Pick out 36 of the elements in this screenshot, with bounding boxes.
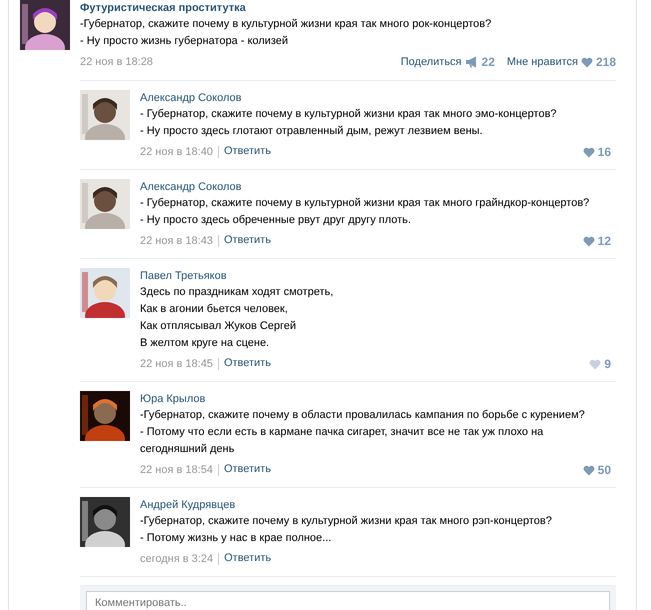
comment-text-line: - Губернатор, скажите почему в культурной жизни края так много эмо-концертов? xyxy=(140,107,558,122)
comment-date: сегодня в 3:24 xyxy=(140,553,214,565)
author-link[interactable]: Юра Крылов xyxy=(140,391,206,407)
comment-text-line: - Губернатор, скажите почему в культурной жизни края так много грайндкор-концертов? xyxy=(140,196,590,211)
comment-date: 22 ноя в 18:40 xyxy=(140,146,213,158)
reply-link[interactable]: Ответить xyxy=(218,235,271,247)
comment-field[interactable]: Комментировать.. xyxy=(86,591,610,610)
comment-text-line: Как в агонии бьется человек, xyxy=(140,302,289,317)
megaphone-icon xyxy=(464,56,479,68)
comment-date: 22 ноя в 18:54 xyxy=(140,464,213,476)
heart-icon xyxy=(580,56,593,68)
comment-text-line: - Потому жизнь у нас в крае полное... xyxy=(140,531,332,546)
reply-link[interactable]: Ответить xyxy=(218,146,271,158)
like-button[interactable]: Мне нравится 218 xyxy=(506,55,616,69)
post-text-line: -Губернатор, скажите почему в культурной жизни края так много рок-концертов? xyxy=(80,17,492,32)
share-button[interactable]: Поделиться 22 xyxy=(400,55,495,69)
post-date: 22 ноя в 18:28 xyxy=(80,56,153,68)
comment-text-line: - Ну просто здесь глотают отравленный дым, режут лезвием вены. xyxy=(140,124,484,139)
reply-link[interactable]: Ответить xyxy=(218,553,272,565)
author-link[interactable]: Александр Соколов xyxy=(140,179,242,195)
comment-text-line: -Губернатор, скажите почему в культурной жизни края так много рэп-концертов? xyxy=(140,514,553,529)
comment-text-line: - Ну просто здесь обреченные рвут друг другу плоть. xyxy=(140,213,412,228)
reply-link[interactable]: Ответить xyxy=(218,464,271,476)
comment-text-line: - Потому что если есть в кармане пачка сигарет, значит все не так уж плохо на сегодняшний день xyxy=(140,425,544,457)
comment-text-line: В желтом круге на сцене. xyxy=(140,336,270,351)
author-link[interactable]: Футуристическая проститутка xyxy=(80,0,246,16)
author-link[interactable]: Андрей Кудрявцев xyxy=(140,497,236,513)
post-text-line: - Ну просто жизнь губернатора - колизей xyxy=(80,34,290,49)
author-link[interactable]: Александр Соколов xyxy=(140,90,242,106)
comment-text-line: Как отплясывал Жуков Сергей xyxy=(140,319,298,334)
comment-text-line: -Губернатор, скажите почему в области провалилась кампания по борьбе с курением? xyxy=(140,408,586,423)
comment-text-line: Здесь по праздникам ходят смотреть, xyxy=(140,285,334,300)
author-link[interactable]: Павел Третьяков xyxy=(140,268,227,284)
reply-link[interactable]: Ответить xyxy=(218,358,271,370)
comment-date: 22 ноя в 18:43 xyxy=(140,235,213,247)
comment-date: 22 ноя в 18:45 xyxy=(140,358,213,370)
